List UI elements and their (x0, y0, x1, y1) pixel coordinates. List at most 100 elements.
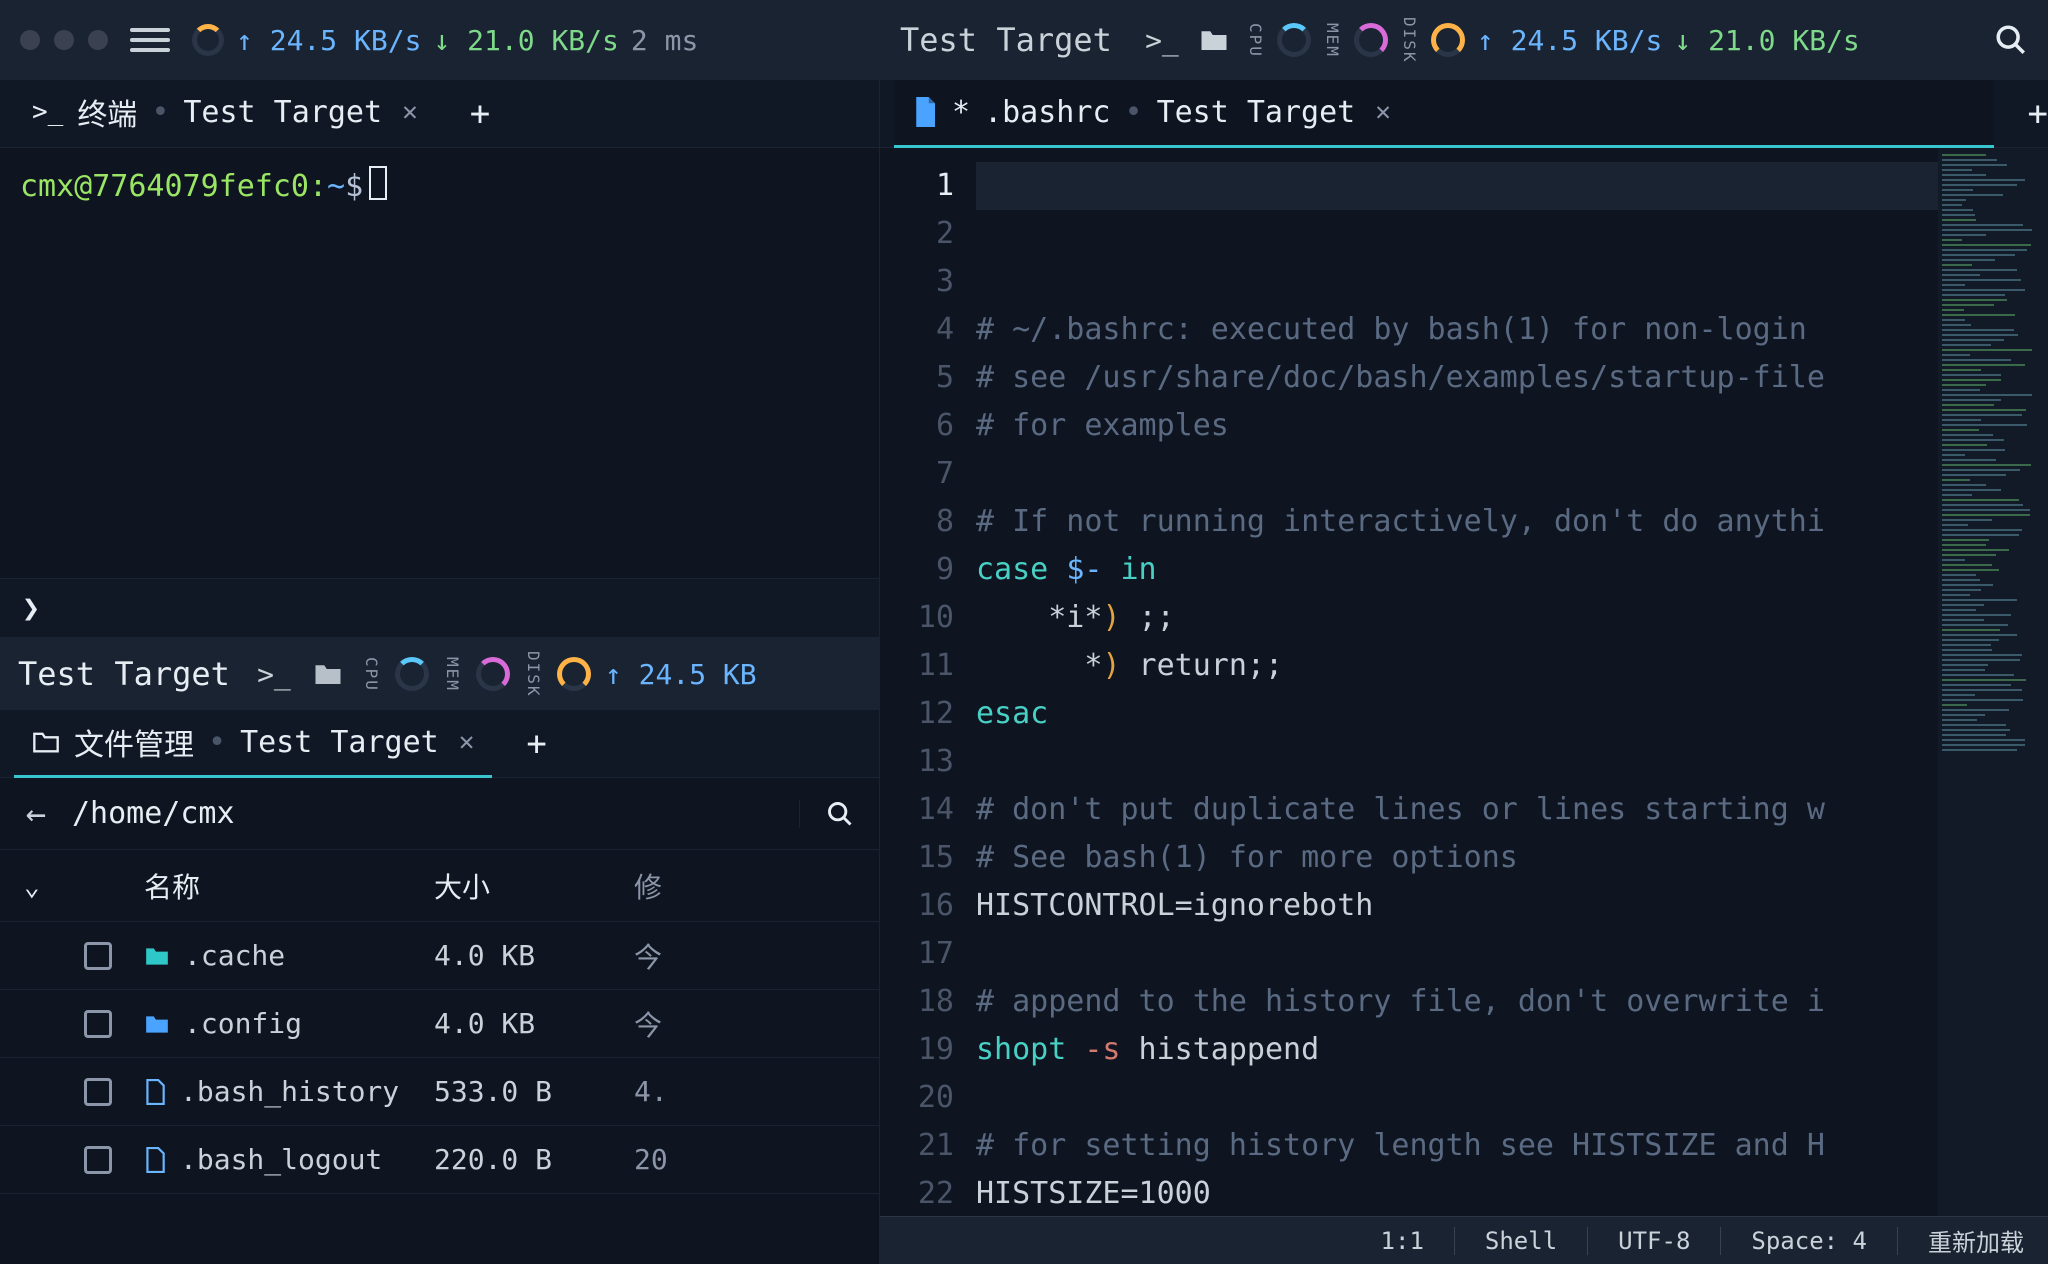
table-row[interactable]: .bash_history533.0 B4. (0, 1058, 879, 1126)
min-dot[interactable] (54, 30, 74, 50)
terminal-body[interactable]: cmx@7764079fefc0:~$ (0, 148, 879, 578)
file-icon (912, 97, 938, 127)
file-name: .bash_logout (180, 1143, 382, 1176)
tab-title: 文件管理 (74, 720, 194, 764)
tab-subtitle: Test Target (1157, 95, 1356, 130)
fm-title: Test Target (18, 655, 230, 693)
mem-gauge-icon (476, 657, 510, 691)
chevron-right-icon[interactable]: ❯ (22, 591, 40, 626)
editor-tabs: * .bashrc • Test Target ✕ + (880, 80, 2048, 148)
folder-open-icon[interactable] (1194, 20, 1234, 60)
max-dot[interactable] (88, 30, 108, 50)
back-button[interactable]: ← (0, 794, 72, 834)
tab-terminal[interactable]: >_ 终端 • Test Target ✕ (14, 80, 436, 148)
row-checkbox[interactable] (84, 942, 112, 970)
editor-body[interactable]: 12345678910111213141516171819202122 # ~/… (880, 148, 2048, 1216)
tab-subtitle: Test Target (240, 725, 439, 760)
modified-indicator: * (952, 95, 970, 130)
language-mode[interactable]: Shell (1485, 1227, 1557, 1255)
statusbar: 1:1 Shell UTF-8 Space: 4 重新加载 (880, 1216, 2048, 1264)
tab-bashrc[interactable]: * .bashrc • Test Target ✕ (894, 80, 1994, 148)
add-tab-button[interactable]: + (470, 94, 490, 134)
minimap[interactable] (1938, 148, 2048, 1216)
close-icon[interactable]: ✕ (1375, 97, 1391, 127)
file-name: .cache (184, 939, 285, 972)
row-checkbox[interactable] (84, 1146, 112, 1174)
line-gutter: 12345678910111213141516171819202122 (880, 148, 976, 1216)
terminal-icon[interactable]: >_ (254, 654, 294, 694)
net-upload: ↑ 24.5 KB/s (236, 24, 421, 57)
col-rest[interactable]: 修 (634, 866, 855, 906)
encoding[interactable]: UTF-8 (1618, 1227, 1690, 1255)
chevron-down-icon[interactable]: ⌄ (24, 872, 40, 902)
prompt-user: cmx@7764079fefc0 (20, 169, 309, 204)
file-name: .config (184, 1007, 302, 1040)
terminal-icon: >_ (32, 97, 63, 127)
file-size: 220.0 B (434, 1143, 634, 1176)
fm-toolbar: Test Target >_ CPU MEM DISK ↑ 24.5 KB (0, 638, 879, 710)
terminal-tabs: >_ 终端 • Test Target ✕ + (0, 80, 879, 148)
tab-sep: • (151, 95, 169, 130)
mem-label: MEM (443, 657, 462, 692)
file-size: 533.0 B (434, 1075, 634, 1108)
net-upload: ↑ 24.5 KB/s (1477, 24, 1662, 57)
col-size[interactable]: 大小 (434, 866, 634, 906)
row-checkbox[interactable] (84, 1010, 112, 1038)
file-size: 4.0 KB (434, 1007, 634, 1040)
search-button[interactable] (799, 800, 879, 828)
hamburger-icon[interactable] (130, 28, 170, 52)
file-size: 4.0 KB (434, 939, 634, 972)
add-tab-button[interactable]: + (2028, 94, 2048, 134)
cpu-label: CPU (1246, 23, 1265, 58)
expand-row[interactable]: ❯ (0, 578, 879, 638)
net-download: ↓ 21.0 KB/s (1674, 24, 1859, 57)
close-dot[interactable] (20, 30, 40, 50)
indent-setting[interactable]: Space: 4 (1751, 1227, 1867, 1255)
prompt-path: ~ (327, 169, 345, 204)
cpu-gauge-icon (1277, 23, 1311, 57)
file-table-header: ⌄ 名称 大小 修 (0, 850, 879, 922)
mem-label: MEM (1323, 23, 1342, 58)
col-name[interactable]: 名称 (144, 866, 434, 906)
search-icon[interactable] (1994, 23, 2028, 57)
cpu-gauge-icon (395, 657, 429, 691)
folder-icon (144, 945, 170, 967)
terminal-cursor (369, 166, 387, 200)
reload-button[interactable]: 重新加载 (1928, 1223, 2024, 1258)
prompt-sigil: $ (345, 169, 363, 204)
terminal-icon[interactable]: >_ (1142, 20, 1182, 60)
file-name: .bash_history (180, 1075, 399, 1108)
cpu-label: CPU (362, 657, 381, 692)
folder-icon (32, 730, 60, 754)
table-row[interactable]: .cache4.0 KB今 (0, 922, 879, 990)
folder-icon (144, 1013, 170, 1035)
fm-net-upload: ↑ 24.5 KB (605, 658, 757, 691)
table-row[interactable]: .config4.0 KB今 (0, 990, 879, 1058)
disk-label: DISK (524, 651, 543, 698)
add-tab-button[interactable]: + (526, 724, 546, 764)
fm-tabs: 文件管理 • Test Target ✕ + (0, 710, 879, 778)
disk-label: DISK (1400, 17, 1419, 64)
file-icon (144, 1079, 166, 1105)
folder-open-icon[interactable] (308, 654, 348, 694)
tab-file-manager[interactable]: 文件管理 • Test Target ✕ (14, 710, 492, 778)
close-icon[interactable]: ✕ (402, 97, 418, 127)
tab-subtitle: Test Target (183, 95, 382, 130)
window-controls[interactable] (20, 30, 108, 50)
disk-gauge-icon (1431, 23, 1465, 57)
target-title: Test Target (900, 21, 1112, 59)
left-titlebar: ↑ 24.5 KB/s ↓ 21.0 KB/s 2 ms (0, 0, 879, 80)
table-row[interactable]: .bash_logout220.0 B20 (0, 1126, 879, 1194)
tab-filename: .bashrc (984, 95, 1110, 130)
row-checkbox[interactable] (84, 1078, 112, 1106)
pathbar: ← (0, 778, 879, 850)
cursor-position[interactable]: 1:1 (1381, 1227, 1424, 1255)
disk-gauge-icon (557, 657, 591, 691)
path-input[interactable] (72, 796, 799, 831)
close-icon[interactable]: ✕ (459, 727, 475, 757)
mem-gauge-icon (1354, 23, 1388, 57)
activity-spinner-icon (192, 24, 224, 56)
right-titlebar: Test Target >_ CPU MEM DISK ↑ 24.5 KB/s … (880, 0, 2048, 80)
code-area[interactable]: # ~/.bashrc: executed by bash(1) for non… (976, 148, 1938, 1216)
tab-title: 终端 (77, 90, 137, 134)
